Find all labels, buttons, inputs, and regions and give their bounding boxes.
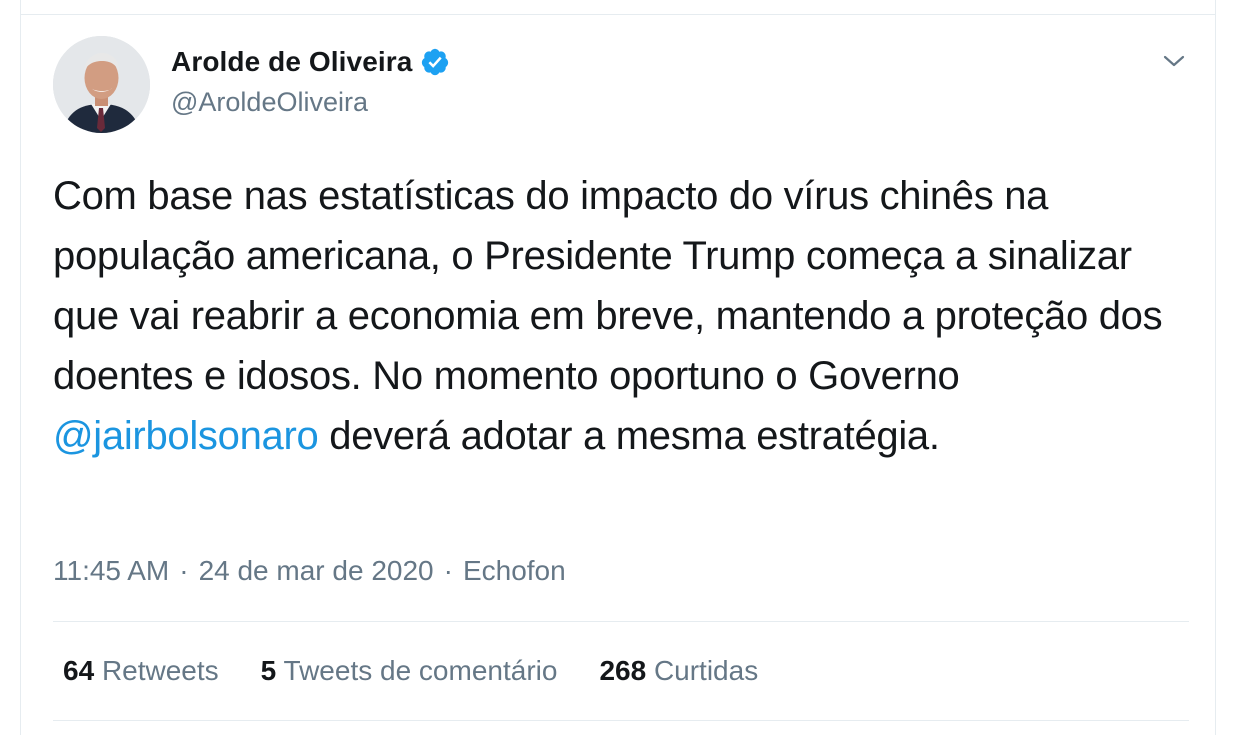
likes-count: 268 <box>599 655 647 686</box>
author-name-row: Arolde de Oliveira <box>171 46 450 78</box>
top-divider <box>21 14 1215 15</box>
tweet-text: Com base nas estatísticas do impacto do … <box>53 166 1193 466</box>
meta-separator: · <box>443 555 453 586</box>
chevron-down-icon[interactable] <box>1159 46 1189 76</box>
tweet-time[interactable]: 11:45 AM <box>53 555 169 587</box>
tweet-source[interactable]: Echofon <box>463 555 566 587</box>
quote-tweets-stat[interactable]: 5 Tweets de comentário <box>261 655 558 687</box>
retweets-stat[interactable]: 64 Retweets <box>63 655 219 687</box>
quote-tweets-label: Tweets de comentário <box>283 655 558 686</box>
tweet-stats: 64 Retweets 5 Tweets de comentário 268 C… <box>63 655 758 687</box>
avatar[interactable] <box>53 36 150 133</box>
likes-label: Curtidas <box>653 655 759 686</box>
stats-top-divider <box>53 621 1189 622</box>
tweet-card: Arolde de Oliveira @AroldeOliveira Com b… <box>20 0 1216 735</box>
tweet-meta: 11:45 AM · 24 de mar de 2020 · Echofon <box>53 555 566 587</box>
verified-badge-icon <box>420 47 450 77</box>
likes-stat[interactable]: 268 Curtidas <box>599 655 758 687</box>
retweets-label: Retweets <box>101 655 219 686</box>
stats-bottom-divider <box>53 720 1189 721</box>
tweet-text-part: deverá adotar a mesma estratégia. <box>318 414 940 458</box>
author-handle[interactable]: @AroldeOliveira <box>171 87 368 118</box>
author-display-name[interactable]: Arolde de Oliveira <box>171 46 412 78</box>
tweet-text-part: Com base nas estatísticas do impacto do … <box>53 174 1163 398</box>
mention-link[interactable]: @jairbolsonaro <box>53 414 319 458</box>
quote-tweets-count: 5 <box>260 655 277 686</box>
tweet-date[interactable]: 24 de mar de 2020 <box>199 555 434 587</box>
meta-separator: · <box>179 555 189 586</box>
retweets-count: 64 <box>63 655 95 686</box>
